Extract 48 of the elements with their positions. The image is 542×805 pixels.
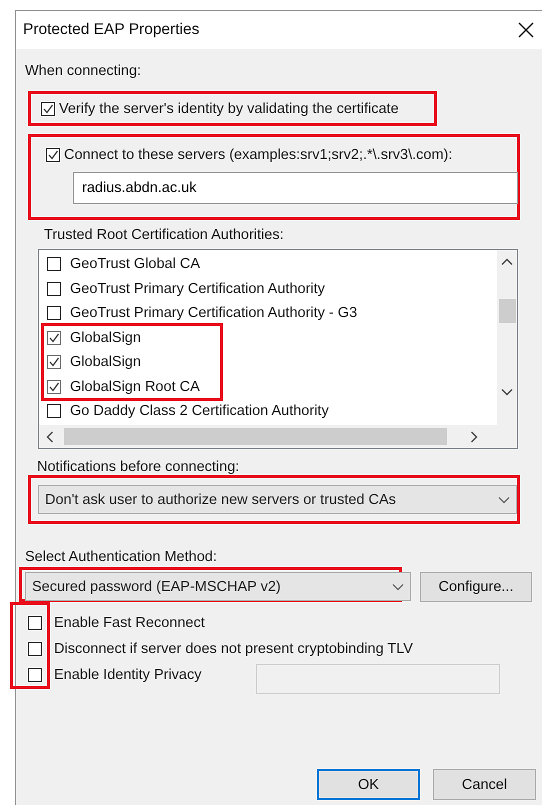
section-label: Select Authentication Method: <box>25 549 217 565</box>
caret-icon <box>498 496 510 504</box>
scrollbar-thumb[interactable] <box>64 428 447 445</box>
section-label: Trusted Root Certification Authorities: <box>44 227 284 243</box>
close-button[interactable] <box>516 20 536 40</box>
checkbox[interactable] <box>47 282 61 296</box>
ok-button[interactable]: OK <box>317 769 420 800</box>
dropdown[interactable]: Don't ask user to authorize new servers or trusted CAs <box>38 485 517 514</box>
checkbox[interactable] <box>47 330 61 345</box>
checkbox[interactable] <box>47 404 61 418</box>
certificate-list[interactable]: GeoTrust Global CA GeoTrust Primary Certification Authority GeoTrust Primary Certification Authority - G3 GlobalSign GlobalSign GlobalSign Root CA Go Daddy Class 2 Certification Authority <box>38 249 518 449</box>
checkbox[interactable] <box>41 102 55 116</box>
checkbox[interactable] <box>28 668 42 682</box>
checkbox-label: Enable Fast Reconnect <box>54 615 205 631</box>
checkbox[interactable] <box>47 380 61 394</box>
list-item-label[interactable]: GlobalSign <box>70 354 141 370</box>
checkbox[interactable] <box>47 355 61 370</box>
checkbox[interactable] <box>47 306 61 320</box>
scroll-up-icon <box>501 258 513 266</box>
list-item-label[interactable]: GeoTrust Global CA <box>70 256 200 272</box>
caret-icon <box>392 582 404 590</box>
list-item-label[interactable]: GlobalSign <box>70 330 141 346</box>
scroll-down-icon <box>501 388 513 396</box>
list-item-label[interactable]: GeoTrust Primary Certification Authority <box>70 280 325 297</box>
scroll-right-icon <box>470 430 478 442</box>
checkbox-label: Enable Identity Privacy <box>54 667 202 683</box>
cancel-button[interactable]: Cancel <box>433 769 536 800</box>
checkbox[interactable] <box>28 642 42 656</box>
list-item-label[interactable]: GeoTrust Primary Certification Authority - G3 <box>70 305 358 322</box>
checkbox-label: Verify the server's identity by validating the certificate <box>59 100 399 116</box>
configure-button[interactable]: Configure... <box>420 572 532 602</box>
horizontal-scrollbar[interactable] <box>39 425 497 448</box>
dropdown[interactable]: Secured password (EAP-MSCHAP v2) <box>25 572 411 601</box>
scroll-left-icon <box>46 430 54 442</box>
checkbox[interactable] <box>47 257 61 272</box>
vertical-scrollbar[interactable] <box>497 250 517 425</box>
scrollbar-thumb[interactable] <box>498 299 516 323</box>
server-name-field[interactable]: radius.abdn.ac.uk <box>73 172 518 204</box>
checkbox[interactable] <box>28 616 42 630</box>
section-label: When connecting: <box>25 63 142 79</box>
section-label: Notifications before connecting: <box>37 459 240 475</box>
checkbox[interactable] <box>46 148 60 162</box>
checkbox-label: Disconnect if server does not present cryptobinding TLV <box>54 641 413 657</box>
window-title: Protected EAP Properties <box>23 21 200 39</box>
checkbox-label: Connect to these servers (examples:srv1;srv2;.*\.srv3\.com): <box>64 147 452 163</box>
list-item-label[interactable]: Go Daddy Class 2 Certification Authority <box>70 403 329 420</box>
close-icon <box>518 22 534 38</box>
list-item-label[interactable]: GlobalSign Root CA <box>70 378 200 395</box>
